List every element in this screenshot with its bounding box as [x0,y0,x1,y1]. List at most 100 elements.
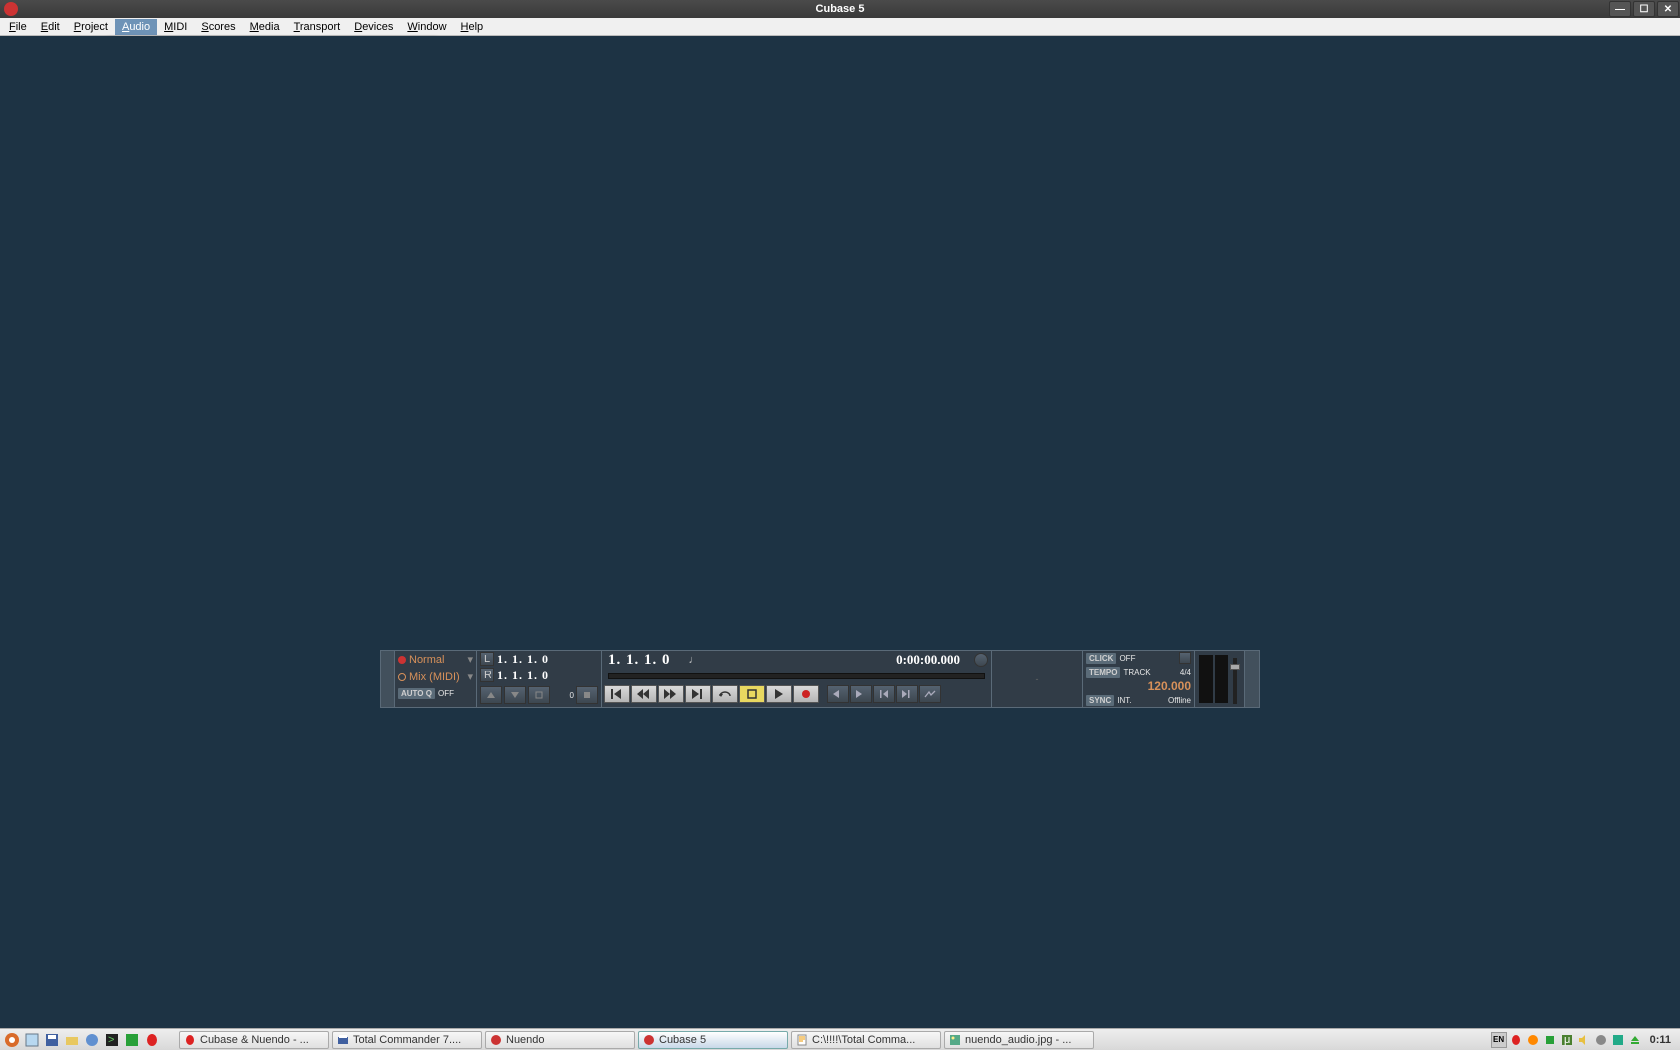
tray-utorrent-icon[interactable]: μ [1559,1032,1575,1048]
transport-mode-pane: Normal ▾ Mix (MIDI) ▾ AUTO Q OFF [395,651,477,707]
position-slider[interactable] [608,673,985,679]
position-pane: 1. 1. 1. 0 ♩ 0:00:00.000 [602,651,992,707]
task-icon [184,1034,196,1046]
time-signature[interactable]: 4/4 [1180,668,1191,677]
folder-icon[interactable] [63,1031,81,1049]
locator-right-value[interactable]: 1. 1. 1. 0 [497,668,549,683]
timecode-toggle-button[interactable] [974,653,988,667]
task-button[interactable]: nuendo_audio.jpg - ... [944,1031,1094,1049]
window-title: Cubase 5 [816,3,865,15]
minimize-button[interactable]: — [1609,1,1631,17]
tray-chat-icon[interactable] [1525,1032,1541,1048]
mode-normal[interactable]: Normal ▾ [395,651,476,668]
menu-media[interactable]: Media [243,19,287,35]
tempo-mode[interactable]: TRACK [1123,668,1150,677]
record-dot-icon [398,656,406,664]
menu-window[interactable]: Window [400,19,453,35]
cycle-button[interactable] [712,685,738,703]
stop-button[interactable] [739,685,765,703]
transport-handle-right[interactable] [1245,651,1259,707]
position-primary[interactable]: 1. 1. 1. 0 [608,652,671,669]
jog-button[interactable] [919,685,941,703]
autoq-value: OFF [438,689,454,698]
tray-opera-icon[interactable] [1508,1032,1524,1048]
menu-midi[interactable]: MIDI [157,19,194,35]
save-icon[interactable] [43,1031,61,1049]
preroll-button[interactable] [528,686,550,704]
precount-button[interactable] [1179,652,1191,664]
autoq-row[interactable]: AUTO Q OFF [395,685,476,702]
task-label: Total Commander 7.... [353,1034,461,1046]
task-label: C:\!!!!\Total Comma... [812,1034,915,1046]
mode-mix[interactable]: Mix (MIDI) ▾ [395,668,476,685]
lang-indicator[interactable]: EN [1491,1032,1507,1048]
locator-pane: L 1. 1. 1. 0 R 1. 1. 1. 0 0 [477,651,602,707]
locator-left-value[interactable]: 1. 1. 1. 0 [497,652,549,667]
goto-start-button[interactable] [604,685,630,703]
marker-next-button[interactable] [850,685,872,703]
position-timecode[interactable]: 0:00:00.000 [896,652,960,668]
marker-prev-button[interactable] [827,685,849,703]
metronome-options-button[interactable] [576,686,598,704]
menu-transport[interactable]: Transport [287,19,348,35]
transport-panel[interactable]: Normal ▾ Mix (MIDI) ▾ AUTO Q OFF L 1. 1.… [380,650,1260,708]
click-value[interactable]: OFF [1119,654,1135,663]
marker-add-button[interactable] [896,685,918,703]
maximize-button[interactable]: ☐ [1633,1,1655,17]
svg-text:μ: μ [1564,1034,1570,1046]
transport-handle-left[interactable] [381,651,395,707]
task-button[interactable]: Cubase 5 [638,1031,788,1049]
app-icon [4,2,18,16]
play-button[interactable] [766,685,792,703]
tray-compass-icon[interactable] [1593,1032,1609,1048]
menu-help[interactable]: Help [454,19,491,35]
tempo-value[interactable]: 120.000 [1148,679,1191,693]
start-menu-button[interactable] [3,1031,21,1049]
terminal-icon[interactable]: > [103,1031,121,1049]
locator-r-button[interactable]: R [480,668,494,682]
task-button[interactable]: Cubase & Nuendo - ... [179,1031,329,1049]
task-button[interactable]: Nuendo [485,1031,635,1049]
task-button[interactable]: C:\!!!!\Total Comma... [791,1031,941,1049]
task-buttons: Cubase & Nuendo - ... Total Commander 7..… [179,1031,1094,1049]
goto-end-button[interactable] [685,685,711,703]
tray-download-icon[interactable] [1542,1032,1558,1048]
tray-eject-icon[interactable] [1627,1032,1643,1048]
marker-k-button[interactable] [873,685,895,703]
meter-pane [1195,651,1245,707]
svg-text:L: L [484,655,490,663]
network-icon[interactable] [83,1031,101,1049]
clock[interactable]: 0:11 [1644,1034,1677,1046]
punch-out-button[interactable] [504,686,526,704]
task-button[interactable]: Total Commander 7.... [332,1031,482,1049]
main-workspace: Normal ▾ Mix (MIDI) ▾ AUTO Q OFF L 1. 1.… [0,36,1680,1028]
task-icon [949,1034,961,1046]
autoq-label: AUTO Q [398,688,435,699]
menu-scores[interactable]: Scores [194,19,242,35]
sync-mode[interactable]: INT. [1117,696,1131,705]
close-button[interactable]: ✕ [1657,1,1679,17]
task-label: Cubase 5 [659,1034,706,1046]
svg-text:>: > [108,1034,114,1046]
tray-volume-icon[interactable] [1576,1032,1592,1048]
level-fader[interactable] [1233,658,1237,704]
menu-project[interactable]: Project [67,19,115,35]
menu-edit[interactable]: Edit [34,19,67,35]
system-tray: EN μ 0:11 [1491,1032,1677,1048]
forward-button[interactable] [658,685,684,703]
tempo-label: TEMPO [1086,667,1120,678]
locator-l-button[interactable]: L [480,652,494,666]
show-desktop-button[interactable] [23,1031,41,1049]
menu-devices[interactable]: Devices [347,19,400,35]
menu-audio[interactable]: Audio [115,19,157,35]
tray-screenshot-icon[interactable] [1610,1032,1626,1048]
tc-icon[interactable] [123,1031,141,1049]
rewind-button[interactable] [631,685,657,703]
punch-in-button[interactable] [480,686,502,704]
menu-file[interactable]: File [2,19,34,35]
record-button[interactable] [793,685,819,703]
task-label: Cubase & Nuendo - ... [200,1034,309,1046]
task-icon [796,1034,808,1046]
opera-launcher-icon[interactable] [143,1031,161,1049]
tempo-pane: CLICK OFF TEMPO TRACK 4/4 120.000 SYNC I… [1083,651,1195,707]
